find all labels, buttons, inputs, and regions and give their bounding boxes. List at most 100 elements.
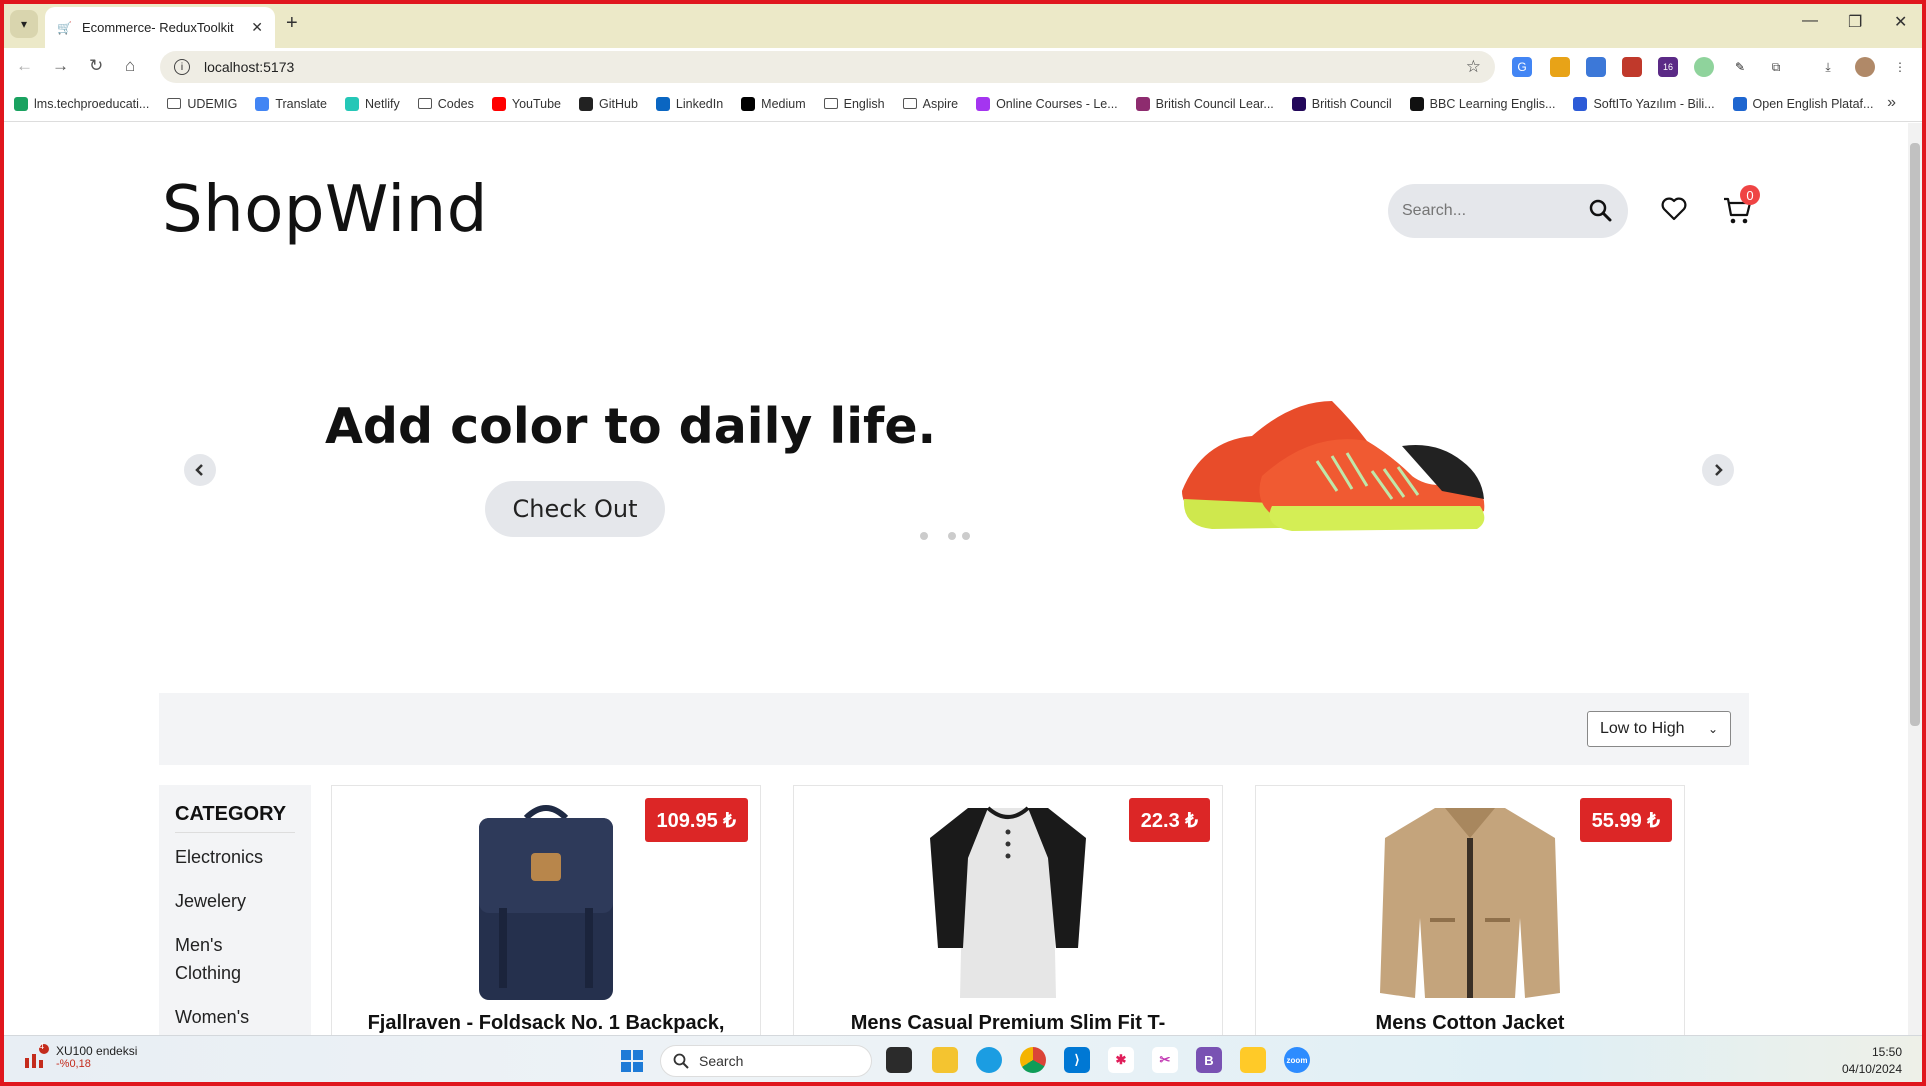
product-card[interactable]: 109.95 ₺ Fjallraven - Foldsack No. 1 Bac… — [331, 785, 761, 1045]
firebase-icon[interactable] — [1240, 1047, 1266, 1073]
price-badge: 22.3 ₺ — [1128, 798, 1210, 842]
slider-dot[interactable] — [948, 532, 956, 540]
site-logo[interactable]: ShopWind — [162, 173, 488, 247]
minimize-icon[interactable]: — — [1802, 12, 1818, 30]
search-box[interactable] — [1388, 184, 1628, 238]
check-out-button[interactable]: Check Out — [485, 481, 665, 537]
bookmark-label: LinkedIn — [675, 96, 724, 111]
backpack-image — [479, 805, 613, 1000]
back-icon[interactable]: ← — [16, 56, 33, 76]
slider-dot[interactable] — [920, 532, 928, 540]
bookmark-item[interactable]: Online Courses - Le... — [976, 96, 1118, 111]
bookmark-item[interactable]: BBC Learning Englis... — [1409, 96, 1556, 111]
search-input[interactable] — [1402, 202, 1582, 220]
stock-widget[interactable]: 4 XU100 endeksi -%0,18 — [22, 1041, 137, 1070]
browser-tab[interactable]: 🛒 Ecommerce- ReduxToolkit ✕ — [45, 7, 275, 48]
chrome-icon[interactable] — [1020, 1047, 1046, 1073]
category-item-mens-clothing[interactable]: Men's Clothing — [175, 931, 255, 987]
bookmark-item[interactable]: Aspire — [902, 97, 958, 111]
extension-icon[interactable] — [1586, 57, 1606, 77]
bookmark-item[interactable]: SoftITo Yazılım - Bili... — [1573, 96, 1715, 111]
scrollbar-thumb[interactable] — [1910, 143, 1920, 726]
restore-icon[interactable]: ❐ — [1848, 12, 1862, 32]
bookmark-item[interactable]: GitHub — [579, 96, 638, 111]
category-item-electronics[interactable]: Electronics — [175, 843, 295, 871]
bookmarks-overflow-icon[interactable]: » — [1887, 94, 1896, 112]
sneaker-image — [1182, 401, 1485, 531]
translate-extension-icon[interactable]: G — [1512, 57, 1532, 77]
bookmark-star-icon[interactable]: ☆ — [1466, 57, 1481, 77]
sort-bar: Low to High ⌄ — [159, 693, 1749, 765]
close-window-icon[interactable]: ✕ — [1894, 12, 1907, 32]
bookmark-label: BBC Learning Englis... — [1429, 96, 1556, 111]
url-text: localhost:5173 — [204, 59, 295, 75]
bookmark-item[interactable]: YouTube — [491, 96, 561, 111]
vscode-icon[interactable]: ⟩ — [1064, 1047, 1090, 1073]
widget-value: -%0,18 — [56, 1058, 91, 1070]
bookmark-item[interactable]: British Council — [1291, 96, 1392, 111]
tab-search-button[interactable]: ▾ — [10, 10, 38, 38]
bookmark-item[interactable]: Translate — [255, 96, 327, 111]
extension-icon[interactable] — [1694, 57, 1714, 77]
bookmark-item[interactable]: Codes — [417, 96, 474, 111]
search-icon[interactable] — [1588, 198, 1612, 222]
category-item-womens[interactable]: Women's — [175, 1003, 295, 1031]
slider-dot[interactable] — [962, 532, 970, 540]
product-card[interactable]: 22.3 ₺ Mens Casual Premium Slim Fit T- — [793, 785, 1223, 1045]
github-icon — [579, 96, 593, 111]
edge-icon[interactable] — [976, 1047, 1002, 1073]
widget-badge: 4 — [39, 1041, 45, 1051]
jacket-image — [1380, 808, 1560, 998]
taskbar-clock[interactable]: 15:50 04/10/2024 — [1842, 1044, 1902, 1078]
bookmark-item[interactable]: English — [823, 97, 885, 111]
file-explorer-icon[interactable] — [932, 1047, 958, 1073]
slack-icon[interactable]: ✱ — [1108, 1047, 1134, 1073]
address-bar[interactable]: i localhost:5173 ☆ — [160, 51, 1495, 83]
bookmark-label: Translate — [275, 96, 327, 111]
wishlist-heart-icon[interactable] — [1661, 197, 1687, 221]
folder-icon — [902, 98, 917, 109]
bookmark-item[interactable]: Open English Plataf... — [1732, 96, 1873, 111]
bookmark-item[interactable]: Netlify — [345, 96, 400, 111]
tab-close-icon[interactable]: ✕ — [251, 19, 263, 36]
product-card[interactable]: 55.99 ₺ Mens Cotton Jacket — [1255, 785, 1685, 1045]
bootstrap-icon[interactable]: B — [1196, 1047, 1222, 1073]
slider-prev-button[interactable] — [184, 454, 216, 486]
bookmark-item[interactable]: lms.techproeducati... — [14, 96, 149, 111]
eyedropper-icon[interactable]: ✎ — [1730, 57, 1750, 77]
sort-select[interactable]: Low to High ⌄ — [1587, 711, 1731, 747]
bookmark-item[interactable]: Medium — [741, 96, 806, 111]
taskbar-search[interactable]: Search — [660, 1045, 872, 1077]
product-title[interactable]: Fjallraven - Foldsack No. 1 Backpack, — [332, 1012, 760, 1035]
windows-taskbar: 4 XU100 endeksi -%0,18 Search ⟩ ✱ ✂ B zo… — [0, 1035, 1926, 1086]
udemy-icon — [976, 96, 991, 111]
bookmark-item[interactable]: British Council Lear... — [1135, 96, 1274, 111]
product-title[interactable]: Mens Casual Premium Slim Fit T- — [794, 1012, 1222, 1035]
zoom-icon[interactable]: zoom — [1284, 1047, 1310, 1073]
category-item-jewelery[interactable]: Jewelery — [175, 887, 295, 915]
new-tab-button[interactable]: + — [286, 12, 298, 35]
extensions-puzzle-icon[interactable]: ⧉ — [1766, 57, 1786, 77]
forward-icon[interactable]: → — [52, 56, 69, 76]
task-view-icon[interactable] — [886, 1047, 912, 1073]
profile-avatar[interactable] — [1855, 57, 1875, 77]
site-info-icon[interactable]: i — [174, 59, 190, 75]
windows-start-icon[interactable] — [620, 1049, 644, 1073]
home-icon[interactable]: ⌂ — [125, 56, 135, 76]
reload-icon[interactable]: ↻ — [89, 56, 103, 76]
calendar-extension-icon[interactable] — [1622, 57, 1642, 77]
bookmark-label: Online Courses - Le... — [996, 96, 1118, 111]
bookmark-label: Codes — [437, 96, 474, 111]
menu-kebab-icon[interactable]: ⋮ — [1890, 57, 1910, 77]
british-council-icon — [1291, 96, 1306, 111]
clock-time: 15:50 — [1871, 1045, 1902, 1059]
extension-badge-icon[interactable]: 16 — [1658, 57, 1678, 77]
product-title[interactable]: Mens Cotton Jacket — [1256, 1012, 1684, 1035]
bookmark-item[interactable]: LinkedIn — [655, 96, 724, 111]
bookmark-item[interactable]: UDEMIG — [167, 97, 237, 111]
download-icon[interactable]: ⤓ — [1818, 57, 1838, 77]
extension-icon[interactable] — [1550, 57, 1570, 77]
folder-icon — [417, 98, 432, 109]
snipping-tool-icon[interactable]: ✂ — [1152, 1047, 1178, 1073]
slider-next-button[interactable] — [1702, 454, 1734, 486]
